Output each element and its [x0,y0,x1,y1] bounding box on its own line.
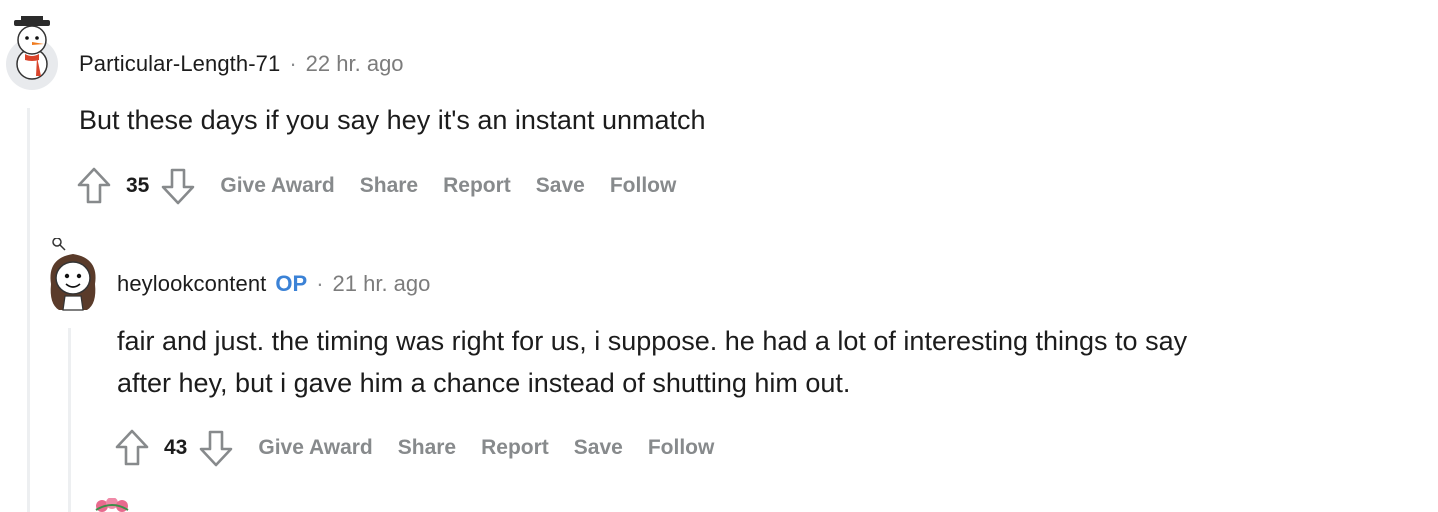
author-name[interactable]: heylookcontent [117,271,266,297]
vote-score: 43 [164,436,188,459]
report-button[interactable]: Report [481,436,549,460]
comment-body: fair and just. the timing was right for … [117,320,1187,404]
report-button[interactable]: Report [443,174,511,198]
share-button[interactable]: Share [360,174,418,198]
comment-actions: 43 Give Award Share Report Save Follow [114,428,739,468]
comment-body-line: But these days if you say hey it's an in… [79,105,706,135]
vote-score: 35 [126,174,150,197]
comment-1-meta: Particular-Length-71 · 22 hr. ago [79,51,404,77]
save-button[interactable]: Save [574,436,623,460]
save-button[interactable]: Save [536,174,585,198]
comment-body-line: fair and just. the timing was right for … [117,326,1188,356]
snowman-avatar-icon[interactable] [4,12,60,90]
flower-avatar-icon[interactable] [88,498,144,512]
upvote-arrow-icon[interactable] [76,166,112,206]
author-name[interactable]: Particular-Length-71 [79,51,280,77]
upvote-arrow-icon[interactable] [114,428,150,468]
give-award-button[interactable]: Give Award [220,174,334,198]
downvote-arrow-icon[interactable] [198,428,234,468]
share-button[interactable]: Share [398,436,456,460]
thread-line-level-2[interactable] [68,328,71,512]
follow-button[interactable]: Follow [648,436,715,460]
meta-separator: · [289,51,297,76]
thread-line-level-1[interactable] [27,108,30,512]
comment-2-meta: heylookcontent OP · 21 hr. ago [117,271,430,297]
timestamp[interactable]: 22 hr. ago [306,51,404,77]
timestamp[interactable]: 21 hr. ago [333,271,431,297]
op-badge: OP [275,271,308,296]
comment-body: But these days if you say hey it's an in… [79,99,706,141]
girl-avatar-icon[interactable] [43,237,99,311]
meta-separator: · [316,271,324,296]
follow-button[interactable]: Follow [610,174,677,198]
give-award-button[interactable]: Give Award [258,436,372,460]
downvote-arrow-icon[interactable] [160,166,196,206]
comment-body-line: after hey, but i gave him a chance inste… [117,368,851,398]
comment-actions: 35 Give Award Share Report Save Follow [76,166,701,206]
